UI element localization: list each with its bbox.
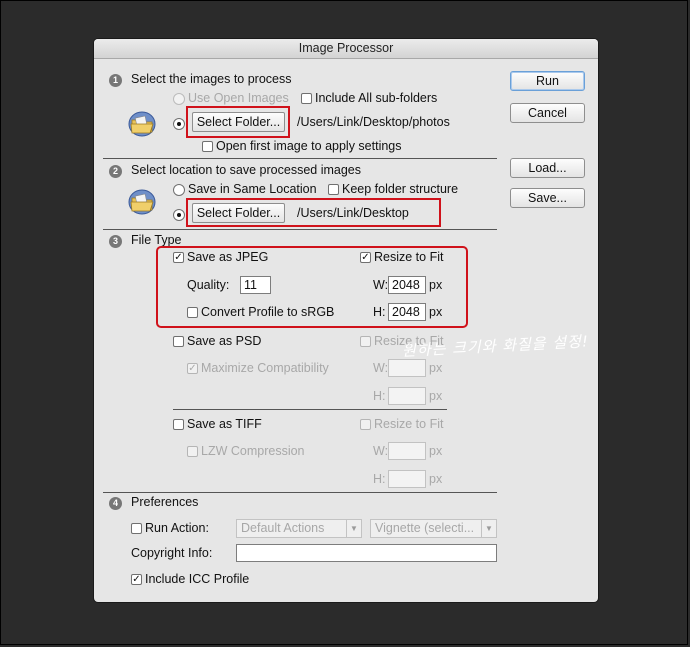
psd-width-unit: px xyxy=(429,361,443,375)
save-same-location-label: Save in Same Location xyxy=(188,182,317,196)
section-3-title: File Type xyxy=(131,233,182,247)
action-value: Vignette (selecti... xyxy=(375,521,475,535)
maximize-compat-checkbox[interactable]: ✓ xyxy=(187,363,198,374)
keep-structure-checkbox[interactable] xyxy=(328,184,339,195)
psd-width-field[interactable] xyxy=(388,359,426,377)
section-2-title: Select location to save processed images xyxy=(131,163,361,177)
psd-height-unit: px xyxy=(429,389,443,403)
psd-height-label: H: xyxy=(373,389,386,403)
jpeg-quality-label: Quality: xyxy=(187,278,230,292)
save-tiff-checkbox[interactable] xyxy=(173,419,184,430)
source-select-folder-button[interactable]: Select Folder... xyxy=(192,112,285,132)
keep-structure-label: Keep folder structure xyxy=(342,182,459,196)
include-subfolders-checkbox[interactable] xyxy=(301,93,312,104)
save-jpeg-checkbox[interactable]: ✓ xyxy=(173,252,184,263)
run-button[interactable]: Run xyxy=(510,71,585,91)
copyright-field[interactable] xyxy=(236,544,497,562)
save-psd-label: Save as PSD xyxy=(187,334,262,348)
psd-resize-checkbox[interactable] xyxy=(360,336,371,347)
section-1-divider xyxy=(103,158,497,159)
use-open-images-radio[interactable] xyxy=(173,93,185,105)
destination-select-folder-button[interactable]: Select Folder... xyxy=(192,203,285,223)
destination-path: /Users/Link/Desktop xyxy=(297,206,409,220)
psd-width-label: W: xyxy=(373,361,389,375)
action-set-select[interactable]: Default Actions ▼ xyxy=(236,519,362,538)
jpeg-height-field[interactable]: 2048 xyxy=(388,303,426,321)
save-tiff-label: Save as TIFF xyxy=(187,417,262,431)
jpeg-width-field[interactable]: 2048 xyxy=(388,276,426,294)
include-subfolders-label: Include All sub-folders xyxy=(315,91,438,105)
include-icc-label: Include ICC Profile xyxy=(145,572,250,586)
section-2-divider xyxy=(103,229,497,230)
action-chevron-down-icon: ▼ xyxy=(481,520,496,537)
load-button[interactable]: Load... xyxy=(510,158,585,178)
jpeg-width-label: W: xyxy=(373,278,389,292)
jpeg-quality-field[interactable]: 11 xyxy=(240,276,271,294)
image-processor-dialog: Image Processor 1 Select the images to p… xyxy=(94,39,598,602)
lzw-checkbox[interactable] xyxy=(187,446,198,457)
action-select[interactable]: Vignette (selecti... ▼ xyxy=(370,519,497,538)
section-2-number: 2 xyxy=(109,165,122,178)
open-first-label: Open first image to apply settings xyxy=(216,139,402,153)
photo-folder-icon xyxy=(128,111,156,137)
section-1-number: 1 xyxy=(109,74,122,87)
open-first-checkbox[interactable] xyxy=(202,141,213,152)
include-icc-checkbox[interactable]: ✓ xyxy=(131,574,142,585)
tiff-resize-checkbox[interactable] xyxy=(360,419,371,430)
select-folder-source-radio[interactable] xyxy=(173,118,185,130)
save-jpeg-label: Save as JPEG xyxy=(187,250,269,264)
window-title: Image Processor xyxy=(94,39,598,59)
tiff-height-field[interactable] xyxy=(388,470,426,488)
tiff-height-label: H: xyxy=(373,472,386,486)
action-set-chevron-down-icon: ▼ xyxy=(346,520,361,537)
psd-divider xyxy=(173,409,447,410)
jpeg-resize-checkbox[interactable]: ✓ xyxy=(360,252,371,263)
tiff-width-label: W: xyxy=(373,444,389,458)
jpeg-height-unit: px xyxy=(429,305,443,319)
tiff-height-unit: px xyxy=(429,472,443,486)
jpeg-resize-label: Resize to Fit xyxy=(374,250,444,264)
psd-height-field[interactable] xyxy=(388,387,426,405)
jpeg-height-label: H: xyxy=(373,305,386,319)
cancel-button[interactable]: Cancel xyxy=(510,103,585,123)
tiff-resize-label: Resize to Fit xyxy=(374,417,444,431)
section-3-number: 3 xyxy=(109,235,122,248)
jpeg-width-unit: px xyxy=(429,278,443,292)
tiff-width-field[interactable] xyxy=(388,442,426,460)
section-3-divider xyxy=(103,492,497,493)
convert-srgb-checkbox[interactable] xyxy=(187,307,198,318)
copyright-label: Copyright Info: xyxy=(131,546,213,560)
use-open-images-label: Use Open Images xyxy=(188,91,289,105)
tiff-width-unit: px xyxy=(429,444,443,458)
convert-srgb-label: Convert Profile to sRGB xyxy=(201,305,335,319)
save-psd-checkbox[interactable] xyxy=(173,336,184,347)
save-folder-icon xyxy=(128,189,156,215)
section-4-title: Preferences xyxy=(131,495,199,509)
maximize-compat-label: Maximize Compatibility xyxy=(201,361,329,375)
run-action-checkbox[interactable] xyxy=(131,523,142,534)
source-path: /Users/Link/Desktop/photos xyxy=(297,115,450,129)
lzw-label: LZW Compression xyxy=(201,444,305,458)
action-set-value: Default Actions xyxy=(241,521,325,535)
section-1-title: Select the images to process xyxy=(131,72,292,86)
section-4-number: 4 xyxy=(109,497,122,510)
run-action-label: Run Action: xyxy=(145,521,209,535)
save-settings-button[interactable]: Save... xyxy=(510,188,585,208)
save-same-location-radio[interactable] xyxy=(173,184,185,196)
select-folder-destination-radio[interactable] xyxy=(173,209,185,221)
